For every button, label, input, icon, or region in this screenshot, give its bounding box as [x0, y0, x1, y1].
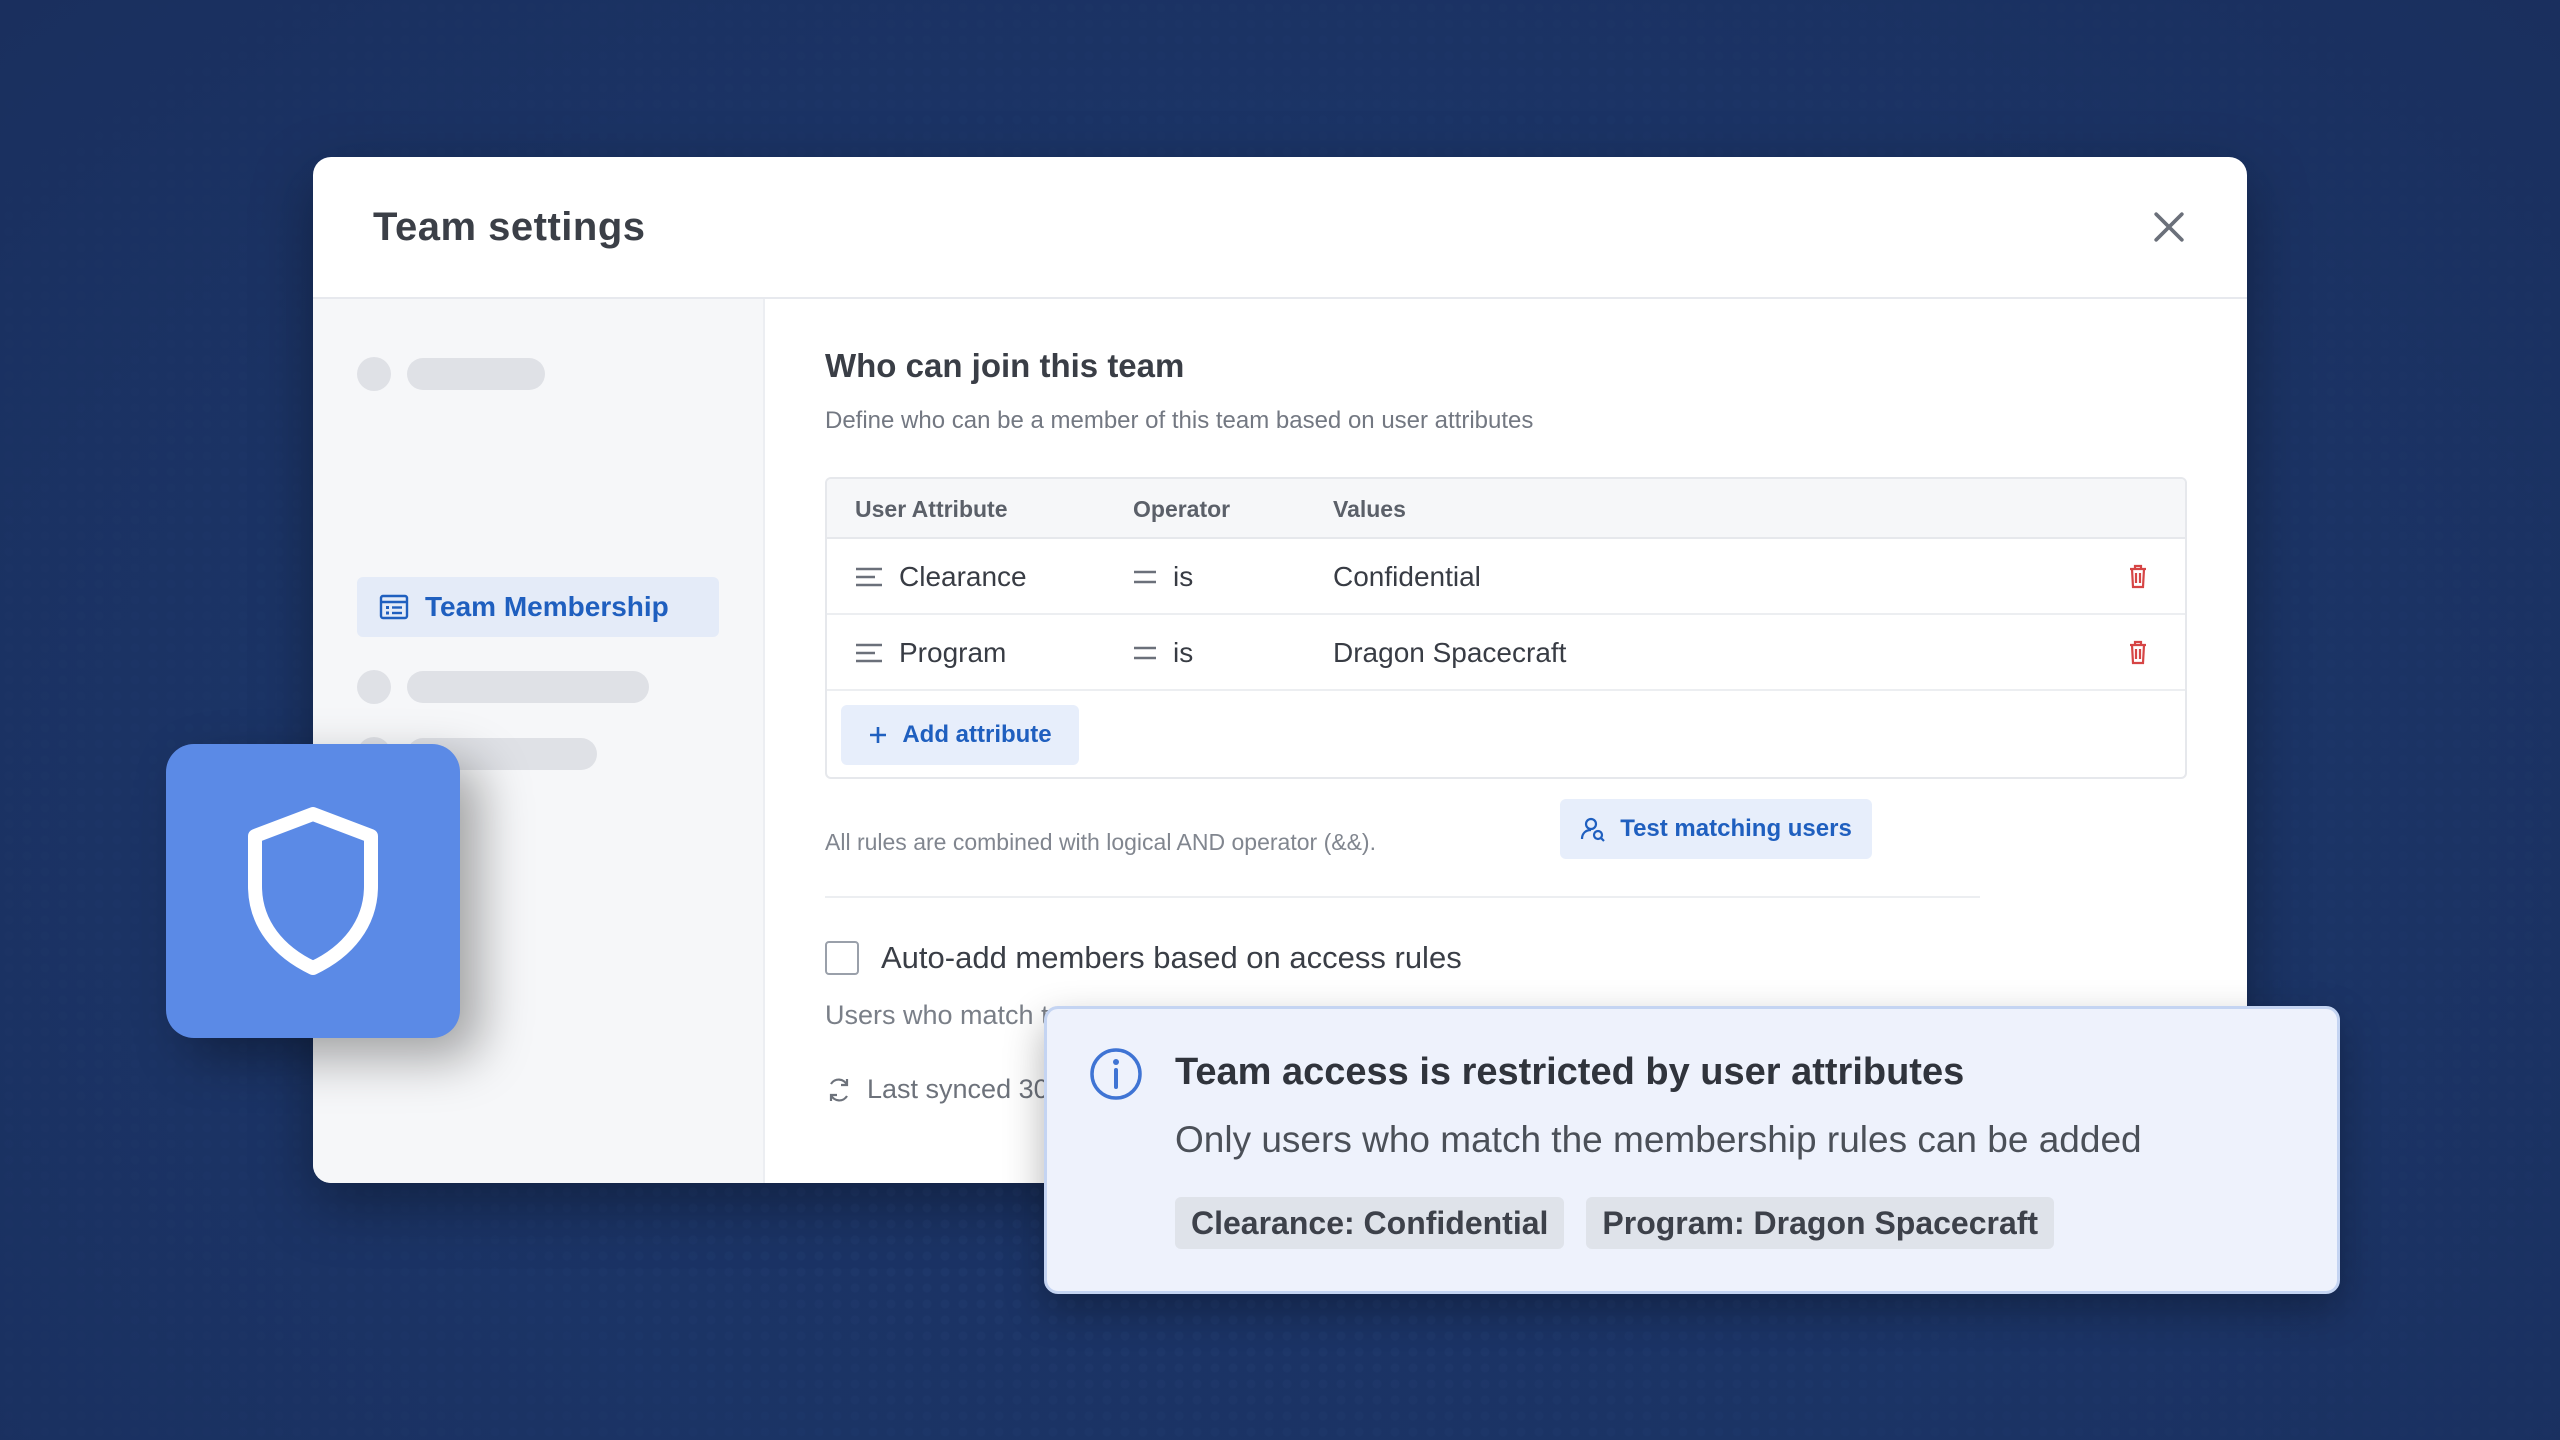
- table-header: User Attribute Operator Values: [827, 479, 2185, 539]
- auto-add-helper-text: Users who match t: [825, 1000, 1049, 1030]
- attribute-value: Confidential: [1333, 561, 1481, 592]
- test-matching-users-button[interactable]: Test matching users: [1560, 799, 1872, 859]
- trash-icon[interactable]: [2127, 563, 2149, 589]
- rule-chips: Clearance: Confidential Program: Dragon …: [1175, 1197, 2055, 1249]
- section-title: Who can join this team: [825, 347, 1185, 384]
- section-description: Define who can be a member of this team …: [825, 407, 1534, 434]
- operator: is: [1173, 637, 1194, 668]
- sidebar-item-label: Team Membership: [425, 591, 669, 622]
- divider: [825, 896, 1980, 898]
- last-synced: Last synced 30: [825, 1074, 1049, 1105]
- shield-tile: [166, 744, 460, 1038]
- modal-title: Team settings: [373, 204, 646, 249]
- shield-icon: [248, 807, 378, 975]
- attribute-name: Clearance: [899, 561, 1027, 592]
- callout-description: Only users who match the membership rule…: [1175, 1119, 2142, 1160]
- user-search-icon: [1581, 817, 1605, 842]
- sync-icon: [829, 1078, 849, 1101]
- text-lines-icon: [856, 643, 882, 663]
- close-icon[interactable]: [2147, 205, 2191, 249]
- callout-title: Team access is restricted by user attrib…: [1175, 1051, 1965, 1093]
- rule-chip: Clearance: Confidential: [1175, 1197, 1565, 1249]
- auto-add-option[interactable]: Auto-add members based on access rules: [825, 940, 1462, 976]
- sidebar-placeholder-item: [357, 670, 649, 704]
- sidebar: Team Membership: [313, 299, 765, 1183]
- modal-header: Team settings: [313, 157, 2247, 299]
- attribute-value: Dragon Spacecraft: [1333, 637, 1567, 668]
- rule-chip: Program: Dragon Spacecraft: [1586, 1197, 2055, 1249]
- list-icon: [379, 594, 409, 620]
- column-header: Values: [1333, 496, 1406, 522]
- rules-note: All rules are combined with logical AND …: [825, 829, 1376, 855]
- equals-icon: [1134, 646, 1156, 660]
- text-lines-icon: [856, 567, 882, 587]
- rules-table: User Attribute Operator Values Clearance…: [825, 477, 2187, 779]
- info-icon: [1090, 1048, 1142, 1100]
- sidebar-placeholder-item: [357, 357, 545, 391]
- trash-icon[interactable]: [2127, 639, 2149, 665]
- table-row[interactable]: Program is Dragon Spacecraft: [827, 615, 2185, 691]
- column-header: User Attribute: [855, 496, 1008, 522]
- equals-icon: [1134, 570, 1156, 584]
- info-callout: Team access is restricted by user attrib…: [1044, 1006, 2340, 1294]
- auto-add-label: Auto-add members based on access rules: [881, 940, 1462, 975]
- add-attribute-button[interactable]: Add attribute: [841, 705, 1079, 765]
- plus-icon: [870, 727, 887, 743]
- auto-add-checkbox[interactable]: [825, 941, 859, 975]
- column-header: Operator: [1133, 496, 1231, 522]
- attribute-name: Program: [899, 637, 1007, 668]
- operator: is: [1173, 561, 1194, 592]
- sidebar-item-team-membership[interactable]: Team Membership: [357, 577, 719, 637]
- table-row[interactable]: Clearance is Confidential: [827, 539, 2185, 615]
